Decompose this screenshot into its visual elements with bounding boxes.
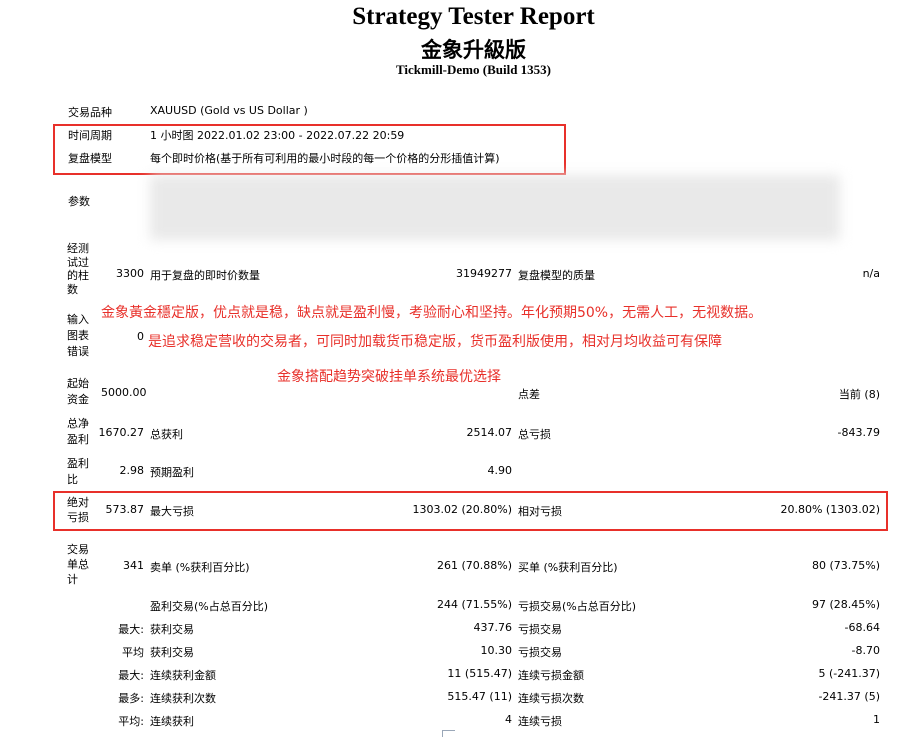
total-trades-value: 341 bbox=[123, 559, 144, 572]
stats-value-right: -68.64 bbox=[844, 621, 880, 634]
report-subtitle: 金象升級版 bbox=[421, 38, 526, 62]
expected-payoff-value: 4.90 bbox=[487, 464, 513, 477]
quality-value: n/a bbox=[862, 267, 880, 280]
ticks-value: 31949277 bbox=[456, 267, 512, 280]
stats-label-left: 连续获利 bbox=[150, 715, 194, 728]
stats-prefix: 平均: bbox=[118, 715, 144, 728]
win-trades-label: 盈利交易(%占总百分比) bbox=[150, 600, 269, 613]
deposit-value: 5000.00 bbox=[101, 386, 147, 399]
stats-value-right: -8.70 bbox=[851, 644, 880, 657]
stats-prefix: 平均 bbox=[122, 646, 144, 659]
symbol-label: 交易品种 bbox=[68, 106, 112, 119]
net-profit-value: 1670.27 bbox=[98, 426, 145, 439]
promo-line-3: 金象搭配趋势突破挂单系统最优选择 bbox=[277, 369, 501, 385]
win-trades-value: 244 (71.55%) bbox=[436, 598, 512, 611]
short-trades-value: 261 (70.88%) bbox=[436, 559, 512, 572]
gross-profit-label: 总获利 bbox=[150, 428, 183, 441]
period-label: 时间周期 bbox=[68, 129, 112, 142]
max-drawdown-label: 最大亏损 bbox=[150, 505, 194, 518]
gross-loss-value: -843.79 bbox=[837, 426, 880, 439]
quality-label: 复盘模型的质量 bbox=[518, 269, 595, 282]
loss-trades-label: 亏损交易(%占总百分比) bbox=[518, 600, 637, 613]
model-value: 每个即时价格(基于所有可利用的最小时段的每一个价格的分形插值计算) bbox=[150, 152, 500, 165]
params-blurred-area bbox=[150, 175, 840, 240]
model-label: 复盘模型 bbox=[68, 152, 112, 165]
expected-payoff-label: 预期盈利 bbox=[150, 466, 194, 479]
stats-value-left: 437.76 bbox=[473, 621, 513, 634]
gross-loss-label: 总亏损 bbox=[518, 428, 551, 441]
stats-prefix: 最大: bbox=[118, 669, 144, 682]
stats-label-right: 连续亏损 bbox=[518, 715, 562, 728]
gross-profit-value: 2514.07 bbox=[466, 426, 513, 439]
stats-prefix: 最多: bbox=[118, 692, 144, 705]
ticks-label: 用于复盘的即时价数量 bbox=[150, 269, 260, 282]
stats-label-left: 连续获利金额 bbox=[150, 669, 216, 682]
period-value: 1 小时图 2022.01.02 23:00 - 2022.07.22 20:5… bbox=[150, 129, 405, 142]
long-trades-value: 80 (73.75%) bbox=[811, 559, 880, 572]
stats-label-right: 亏损交易 bbox=[518, 646, 562, 659]
stats-value-left: 515.47 (11) bbox=[447, 690, 512, 703]
errors-label: 输入图表错误 bbox=[67, 313, 89, 358]
stats-label-left: 获利交易 bbox=[150, 623, 194, 636]
stats-label-right: 连续亏损次数 bbox=[518, 692, 584, 705]
stats-label-left: 获利交易 bbox=[150, 646, 194, 659]
params-label: 参数 bbox=[68, 195, 90, 208]
short-trades-label: 卖单 (%获利百分比) bbox=[150, 561, 250, 574]
profit-factor-value: 2.98 bbox=[119, 464, 145, 477]
long-trades-label: 买单 (%获利百分比) bbox=[518, 561, 618, 574]
promo-line-2: 是追求稳定营收的交易者，可同时加载货币稳定版，货币盈利版使用，相对月均收益可有保… bbox=[148, 334, 722, 350]
report-title: Strategy Tester Report bbox=[352, 3, 595, 30]
stats-value-left: 4 bbox=[505, 713, 512, 726]
promo-line-1: 金象黃金穩定版，优点就是稳，缺点就是盈利慢，考验耐心和坚持。年化预期50%，无需… bbox=[101, 305, 763, 321]
stats-value-right: 1 bbox=[873, 713, 880, 726]
stats-label-right: 亏损交易 bbox=[518, 623, 562, 636]
stats-value-right: 5 (-241.37) bbox=[818, 667, 880, 680]
rel-drawdown-value: 20.80% (1303.02) bbox=[780, 503, 880, 516]
stats-prefix: 最大: bbox=[118, 623, 144, 636]
stats-value-left: 10.30 bbox=[480, 644, 513, 657]
rel-drawdown-label: 相对亏损 bbox=[518, 505, 562, 518]
spread-label: 点差 bbox=[518, 388, 540, 401]
stats-value-left: 11 (515.47) bbox=[447, 667, 512, 680]
errors-value: 0 bbox=[137, 330, 144, 343]
max-drawdown-value: 1303.02 (20.80%) bbox=[412, 503, 512, 516]
stats-label-right: 连续亏损金额 bbox=[518, 669, 584, 682]
abs-drawdown-value: 573.87 bbox=[105, 503, 145, 516]
stats-value-right: -241.37 (5) bbox=[818, 690, 880, 703]
deposit-label: 起始资金 bbox=[67, 377, 89, 406]
spread-value: 当前 (8) bbox=[838, 388, 880, 401]
bars-value: 3300 bbox=[116, 267, 144, 280]
server-name: Tickmill-Demo (Build 1353) bbox=[395, 62, 552, 77]
loss-trades-value: 97 (28.45%) bbox=[811, 598, 880, 611]
symbol-value: XAUUSD (Gold vs US Dollar ) bbox=[150, 104, 308, 117]
stats-label-left: 连续获利次数 bbox=[150, 692, 216, 705]
bars-label: 经测试过的柱数 bbox=[67, 242, 89, 296]
